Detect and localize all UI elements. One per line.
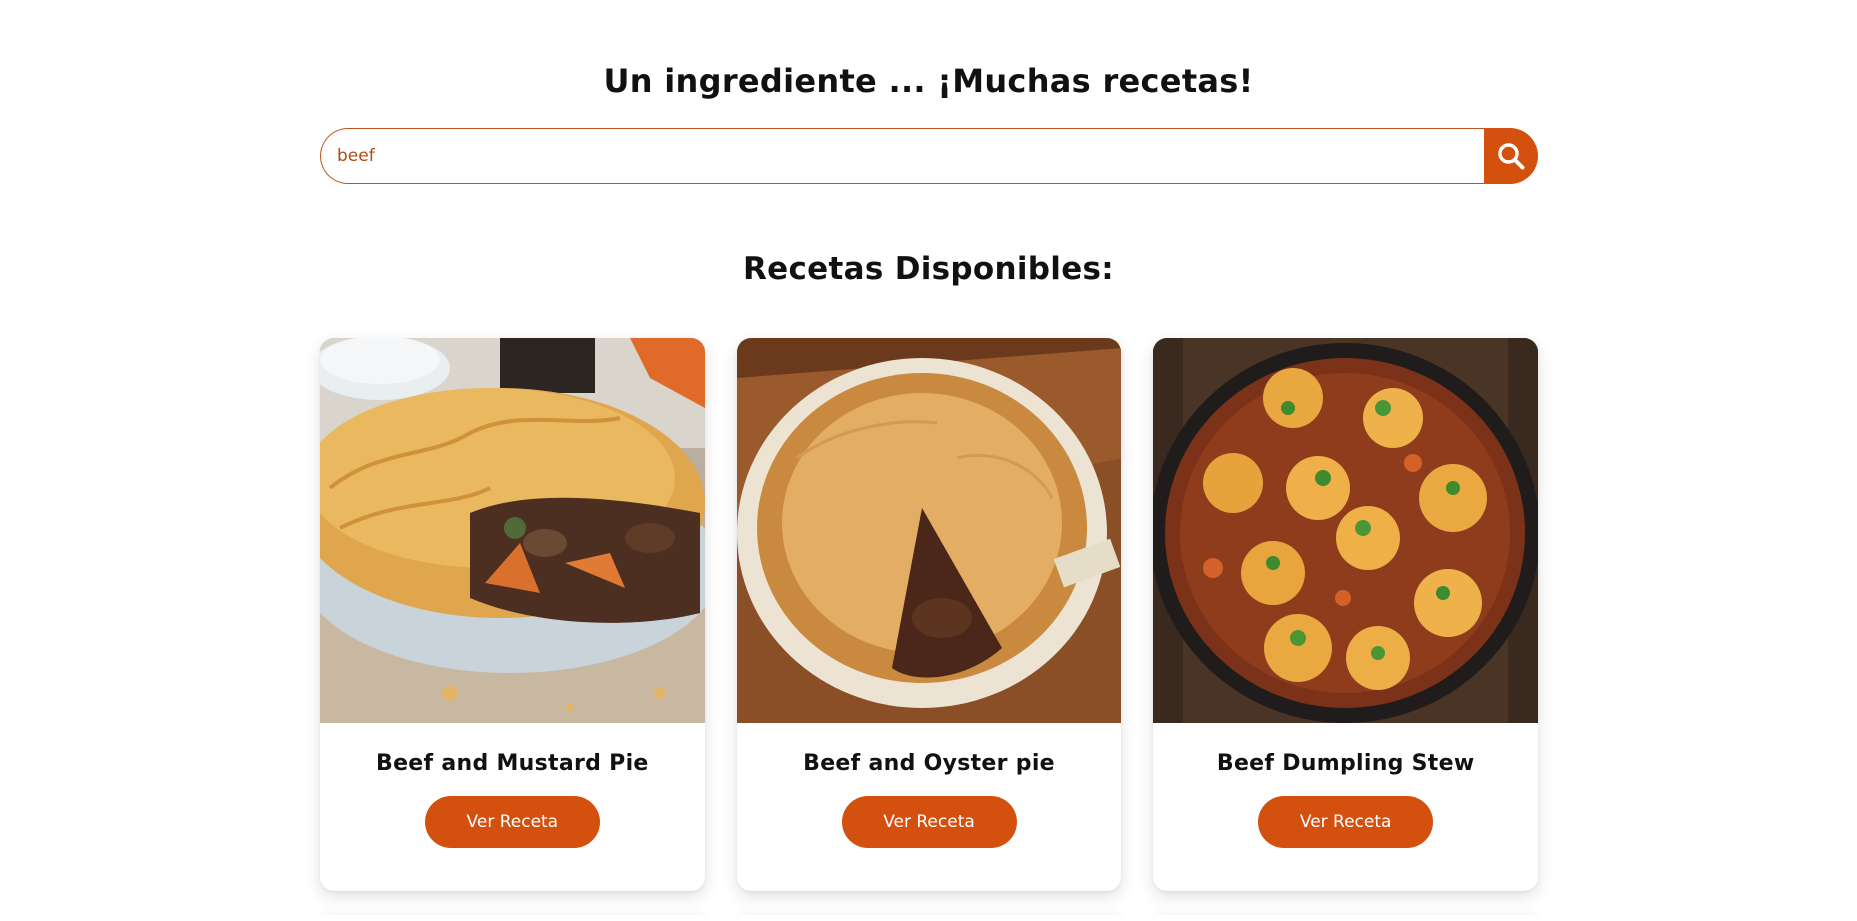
- search-input[interactable]: [320, 128, 1484, 184]
- page: Un ingrediente ... ¡Muchas recetas! Rece…: [0, 0, 1857, 921]
- page-title: Un ingrediente ... ¡Muchas recetas!: [603, 62, 1254, 100]
- search-button[interactable]: [1484, 128, 1538, 184]
- search-icon: [1498, 143, 1525, 170]
- recipe-title: Beef and Mustard Pie: [376, 751, 649, 776]
- beef-and-mustard-pie-photo: [320, 338, 705, 723]
- next-row-card-edges: [320, 915, 1538, 921]
- recipe-card-edge: [320, 915, 705, 921]
- recipe-grid: Beef and Mustard Pie Ver Receta Beef and…: [320, 338, 1539, 891]
- beef-dumpling-stew-photo: [1153, 338, 1539, 723]
- search-form: [320, 128, 1538, 184]
- view-recipe-button[interactable]: Ver Receta: [841, 796, 1017, 848]
- beef-and-oyster-pie-photo: [736, 338, 1122, 723]
- recipe-title: Beef Dumpling Stew: [1216, 751, 1475, 776]
- view-recipe-button[interactable]: Ver Receta: [1258, 796, 1434, 848]
- recipe-card-edge: [1153, 915, 1538, 921]
- recipe-card: Beef and Mustard Pie Ver Receta: [320, 338, 705, 891]
- recipe-card: Beef Dumpling Stew Ver Receta: [1153, 338, 1539, 891]
- recipe-card: Beef and Oyster pie Ver Receta: [736, 338, 1122, 891]
- recipe-card-edge: [737, 915, 1122, 921]
- recipe-title: Beef and Oyster pie: [803, 751, 1055, 776]
- section-title: Recetas Disponibles:: [743, 251, 1114, 287]
- view-recipe-button[interactable]: Ver Receta: [424, 796, 600, 848]
